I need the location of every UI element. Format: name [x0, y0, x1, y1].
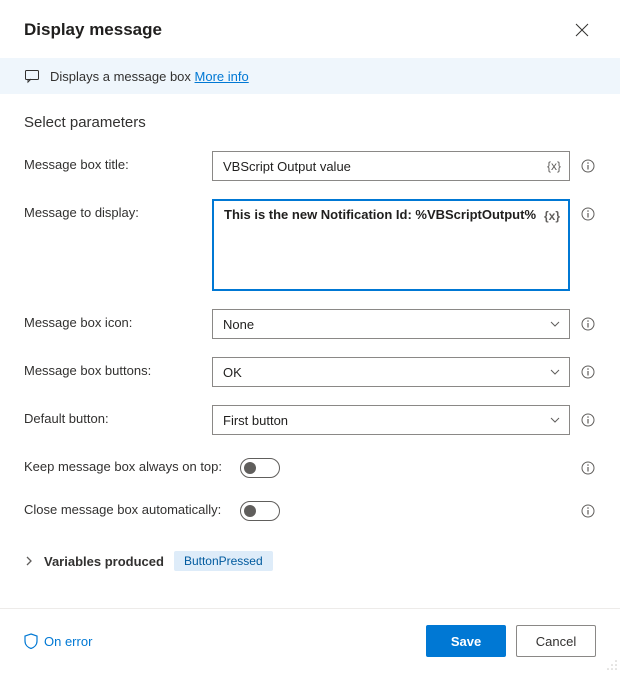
label-default: Default button:: [24, 405, 212, 426]
input-message[interactable]: This is the new Notification Id: %VBScri…: [212, 199, 570, 291]
select-buttons-value: OK: [223, 365, 242, 380]
disclosure-toggle[interactable]: [24, 556, 34, 566]
input-title-value: VBScript Output value: [223, 159, 351, 174]
chevron-down-icon: [549, 318, 561, 330]
info-banner: Displays a message box More info: [0, 58, 620, 94]
row-message: Message to display: This is the new Noti…: [24, 199, 596, 291]
row-autoclose: Close message box automatically:: [24, 496, 596, 521]
label-buttons: Message box buttons:: [24, 357, 212, 378]
info-icon[interactable]: [580, 503, 596, 519]
shield-icon: [24, 633, 38, 649]
dialog-footer: On error Save Cancel: [0, 608, 620, 673]
row-ontop: Keep message box always on top:: [24, 453, 596, 478]
select-default-value: First button: [223, 413, 288, 428]
display-message-dialog: Display message Displays a message box M…: [0, 0, 620, 673]
footer-buttons: Save Cancel: [426, 625, 596, 657]
input-title[interactable]: VBScript Output value {x}: [212, 151, 570, 181]
select-buttons[interactable]: OK: [212, 357, 570, 387]
variable-picker-icon[interactable]: {x}: [547, 159, 561, 173]
row-buttons: Message box buttons: OK: [24, 357, 596, 387]
info-icon[interactable]: [580, 206, 596, 222]
message-icon: [24, 68, 40, 84]
chevron-right-icon: [24, 556, 34, 566]
select-icon[interactable]: None: [212, 309, 570, 339]
toggle-autoclose[interactable]: [240, 501, 280, 521]
save-button[interactable]: Save: [426, 625, 506, 657]
info-icon[interactable]: [580, 412, 596, 428]
label-icon: Message box icon:: [24, 309, 212, 330]
select-icon-value: None: [223, 317, 254, 332]
info-icon[interactable]: [580, 364, 596, 380]
info-icon[interactable]: [580, 460, 596, 476]
dialog-title: Display message: [24, 20, 162, 40]
row-title: Message box title: VBScript Output value…: [24, 151, 596, 181]
dialog-header: Display message: [0, 0, 620, 58]
banner-text: Displays a message box: [50, 69, 191, 84]
more-info-link[interactable]: More info: [195, 69, 249, 84]
chevron-down-icon: [549, 414, 561, 426]
label-autoclose: Close message box automatically:: [24, 496, 240, 517]
toggle-ontop[interactable]: [240, 458, 280, 478]
resize-grip[interactable]: [606, 659, 618, 671]
variables-produced-label[interactable]: Variables produced: [44, 554, 164, 569]
info-icon[interactable]: [580, 316, 596, 332]
cancel-button[interactable]: Cancel: [516, 625, 596, 657]
select-default[interactable]: First button: [212, 405, 570, 435]
row-default: Default button: First button: [24, 405, 596, 435]
label-message: Message to display:: [24, 199, 212, 220]
variable-chip[interactable]: ButtonPressed: [174, 551, 273, 571]
close-button[interactable]: [568, 16, 596, 44]
dialog-content: Select parameters Message box title: VBS…: [0, 94, 620, 608]
label-title: Message box title:: [24, 151, 212, 172]
variable-picker-icon[interactable]: {x}: [544, 209, 560, 223]
label-ontop: Keep message box always on top:: [24, 453, 240, 474]
section-title: Select parameters: [24, 114, 596, 131]
input-message-value: This is the new Notification Id: %VBScri…: [224, 207, 536, 222]
row-icon: Message box icon: None: [24, 309, 596, 339]
info-icon[interactable]: [580, 158, 596, 174]
chevron-down-icon: [549, 366, 561, 378]
close-icon: [575, 23, 589, 37]
toggle-knob: [244, 462, 256, 474]
on-error-link[interactable]: On error: [24, 633, 92, 649]
on-error-text: On error: [44, 634, 92, 649]
toggle-knob: [244, 505, 256, 517]
variables-produced-section: Variables produced ButtonPressed: [24, 551, 596, 571]
